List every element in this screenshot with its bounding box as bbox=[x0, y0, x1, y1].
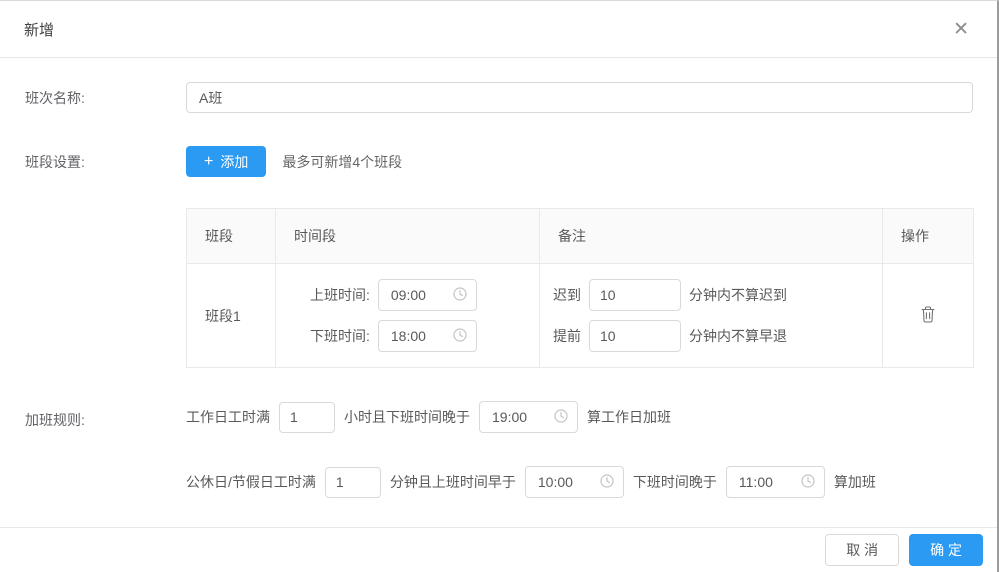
header-section: 班段 bbox=[187, 209, 276, 264]
overtime-holiday-row: 公休日/节假日工时满 分钟且上班时间早于 10:00 下班时间晚于 11:00 … bbox=[186, 466, 997, 498]
add-shift-dialog: 新增 ✕ 班次名称: 班段设置: + 添加 最多可新增4个班段 班段 bbox=[0, 0, 999, 572]
holiday-end-time-value: 11:00 bbox=[739, 474, 773, 490]
holiday-text-3: 下班时间晚于 bbox=[633, 472, 717, 492]
clock-icon bbox=[600, 474, 614, 491]
dialog-header: 新增 ✕ bbox=[0, 1, 997, 58]
end-time-value: 18:00 bbox=[391, 328, 426, 344]
start-time-picker[interactable]: 09:00 bbox=[378, 279, 477, 311]
holiday-text-1: 公休日/节假日工时满 bbox=[186, 472, 316, 492]
early-prefix: 提前 bbox=[553, 326, 581, 346]
trash-icon bbox=[920, 311, 936, 326]
holiday-minutes-input[interactable] bbox=[325, 467, 381, 498]
section-name-cell: 班段1 bbox=[187, 264, 276, 368]
table-header-row: 班段 时间段 备注 操作 bbox=[187, 209, 974, 264]
holiday-end-time-picker[interactable]: 11:00 bbox=[726, 466, 825, 498]
header-note: 备注 bbox=[540, 209, 883, 264]
end-time-picker[interactable]: 18:00 bbox=[378, 320, 477, 352]
clock-icon bbox=[801, 474, 815, 491]
workday-end-time-value: 19:00 bbox=[492, 409, 527, 425]
add-section-button[interactable]: + 添加 bbox=[186, 146, 266, 177]
sections-table: 班段 时间段 备注 操作 班段1 上班时间: 09:00 bbox=[186, 208, 973, 368]
table-row: 班段1 上班时间: 09:00 bbox=[187, 264, 974, 368]
clock-icon bbox=[554, 409, 568, 426]
start-time-value: 09:00 bbox=[391, 287, 426, 303]
late-prefix: 迟到 bbox=[553, 285, 581, 305]
header-action: 操作 bbox=[883, 209, 974, 264]
late-minutes-input[interactable] bbox=[589, 279, 681, 311]
shift-name-label: 班次名称: bbox=[25, 82, 186, 113]
late-suffix: 分钟内不算迟到 bbox=[689, 285, 787, 305]
confirm-button[interactable]: 确 定 bbox=[909, 534, 983, 566]
workday-hours-input[interactable] bbox=[279, 402, 335, 433]
end-time-label: 下班时间: bbox=[310, 326, 370, 346]
workday-text-3: 算工作日加班 bbox=[587, 407, 671, 427]
shift-name-input[interactable] bbox=[186, 82, 973, 113]
early-minutes-input[interactable] bbox=[589, 320, 681, 352]
overtime-label: 加班规则: bbox=[25, 404, 186, 430]
holiday-start-time-value: 10:00 bbox=[538, 474, 573, 490]
sections-row: 班段设置: + 添加 最多可新增4个班段 bbox=[0, 146, 997, 177]
clock-icon bbox=[453, 287, 467, 304]
early-suffix: 分钟内不算早退 bbox=[689, 326, 787, 346]
holiday-start-time-picker[interactable]: 10:00 bbox=[525, 466, 624, 498]
workday-text-2: 小时且下班时间晚于 bbox=[344, 407, 470, 427]
shift-name-row: 班次名称: bbox=[0, 82, 997, 113]
close-icon[interactable]: ✕ bbox=[949, 16, 973, 43]
header-time-range: 时间段 bbox=[276, 209, 540, 264]
sections-label: 班段设置: bbox=[25, 146, 186, 177]
plus-icon: + bbox=[204, 154, 213, 170]
cancel-button[interactable]: 取 消 bbox=[825, 534, 899, 566]
sections-hint: 最多可新增4个班段 bbox=[282, 152, 402, 172]
clock-icon bbox=[453, 328, 467, 345]
delete-row-button[interactable] bbox=[916, 301, 940, 330]
start-time-label: 上班时间: bbox=[310, 285, 370, 305]
workday-end-time-picker[interactable]: 19:00 bbox=[479, 401, 578, 433]
add-section-button-label: 添加 bbox=[220, 152, 248, 172]
dialog-title: 新增 bbox=[24, 19, 54, 40]
holiday-text-4: 算加班 bbox=[834, 472, 876, 492]
holiday-text-2: 分钟且上班时间早于 bbox=[390, 472, 516, 492]
overtime-workday-row: 加班规则: 工作日工时满 小时且下班时间晚于 19:00 算工作日加班 bbox=[0, 401, 997, 433]
dialog-footer: 取 消 确 定 bbox=[0, 527, 997, 572]
workday-text-1: 工作日工时满 bbox=[186, 407, 270, 427]
